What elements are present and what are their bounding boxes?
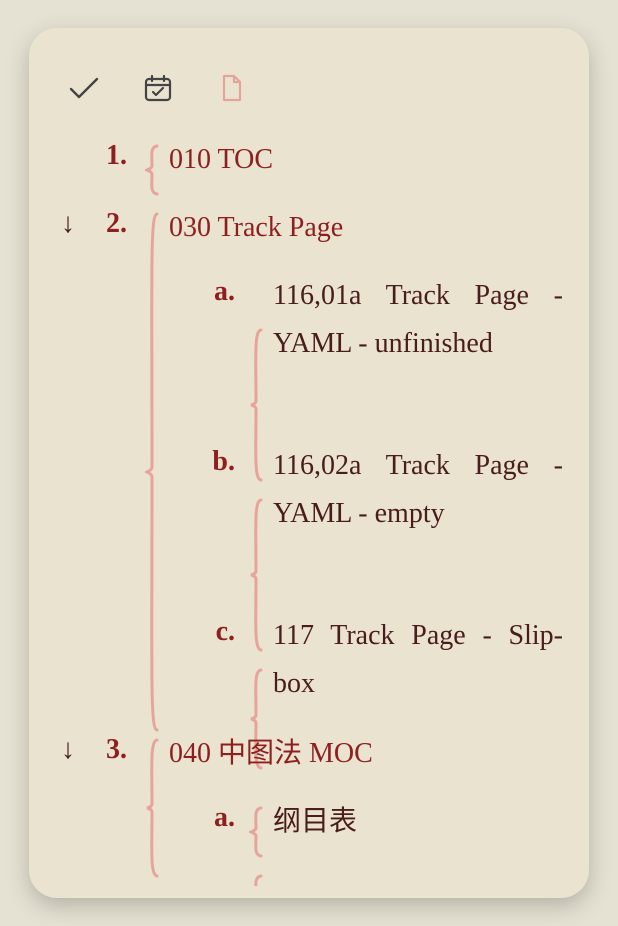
outline-item[interactable]: b. 116,02a Track Page - YAML - empty bbox=[163, 442, 563, 602]
document-icon[interactable] bbox=[217, 73, 247, 103]
bracket-icon bbox=[249, 498, 265, 529]
outline-item-label: 纲目表 bbox=[273, 798, 357, 846]
bracket-icon bbox=[249, 328, 265, 359]
outline-item-label: 010 TOC bbox=[169, 136, 273, 184]
outline: 1. 010 TOC ↓ 2. 030 Track Pag bbox=[29, 136, 589, 898]
outline-item-label: 116,01a Track Page - YAML - unfinished bbox=[273, 272, 563, 368]
outline-item[interactable]: ↓ 3. 040 中图法 MOC bbox=[29, 730, 563, 788]
outline-item-label: 117 Track Page - Slip-box bbox=[273, 612, 563, 708]
list-marker: c. bbox=[191, 616, 235, 648]
outline-item-label: 030 Track Page bbox=[169, 204, 343, 252]
collapse-arrow[interactable]: ↓ bbox=[53, 734, 83, 766]
bracket-icon bbox=[145, 144, 161, 175]
list-marker: b. bbox=[191, 446, 235, 478]
outline-item[interactable]: a. 116,01a Track Page - YAML - unfinishe… bbox=[163, 272, 563, 432]
done-icon[interactable] bbox=[69, 73, 99, 103]
outline-item[interactable]: 1. 010 TOC bbox=[29, 136, 563, 194]
collapse-arrow[interactable]: ↓ bbox=[53, 208, 83, 240]
outline-item[interactable]: c. 117 Track Page - Slip-box bbox=[163, 612, 563, 720]
toolbar bbox=[29, 28, 589, 128]
outline-item-content[interactable]: 116,01a Track Page - YAML - unfinished bbox=[249, 328, 563, 359]
outline-item-content[interactable]: 116,02a Track Page - YAML - empty bbox=[249, 498, 563, 529]
outline-children: a. 116,01a Track Page - YAML - unfinishe… bbox=[163, 272, 563, 720]
outline-children: a. 纲目表 bbox=[163, 798, 563, 886]
bracket-icon bbox=[249, 874, 265, 886]
outline-item[interactable]: ↓ 2. 030 Track Page bbox=[29, 204, 563, 262]
bracket-icon bbox=[249, 668, 265, 699]
outline-item[interactable] bbox=[163, 866, 563, 886]
outline-item-content[interactable]: 040 中图法 MOC bbox=[145, 738, 373, 769]
note-card: 1. 010 TOC ↓ 2. 030 Track Pag bbox=[29, 28, 589, 898]
outline-item-content[interactable]: 030 Track Page bbox=[145, 212, 343, 243]
list-marker: a. bbox=[191, 802, 235, 834]
outline-item-label: 116,02a Track Page - YAML - empty bbox=[273, 442, 563, 538]
outline-item-content[interactable]: 纲目表 bbox=[249, 806, 357, 837]
bracket-icon bbox=[249, 806, 265, 837]
outline-item-content[interactable]: 010 TOC bbox=[145, 144, 273, 175]
calendar-icon[interactable] bbox=[143, 73, 173, 103]
list-marker: 1. bbox=[83, 140, 127, 172]
outline-item-content[interactable]: 117 Track Page - Slip-box bbox=[249, 668, 563, 699]
list-marker: a. bbox=[191, 276, 235, 308]
outline-item-label: 040 中图法 MOC bbox=[169, 730, 373, 778]
list-marker: 3. bbox=[83, 734, 127, 766]
outline-item[interactable]: a. 纲目表 bbox=[163, 798, 563, 856]
bracket-icon bbox=[145, 212, 161, 243]
list-marker: 2. bbox=[83, 208, 127, 240]
bracket-icon bbox=[145, 738, 161, 769]
